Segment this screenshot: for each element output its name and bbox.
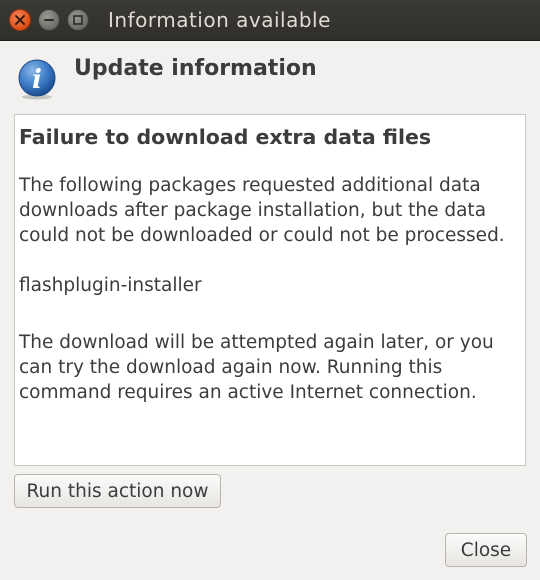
run-action-button[interactable]: Run this action now: [14, 474, 221, 508]
package-name: flashplugin-installer: [19, 275, 202, 296]
close-button[interactable]: Close: [445, 533, 527, 567]
close-icon: [15, 15, 25, 25]
message-heading: Failure to download extra data files: [19, 125, 432, 149]
title-bar[interactable]: Information available: [0, 0, 540, 41]
dialog-window: Information available i Update informati…: [0, 0, 540, 580]
message-panel: Failure to download extra data files The…: [14, 114, 526, 466]
window-close-button[interactable]: [9, 9, 31, 31]
window-title: Information available: [108, 8, 331, 32]
maximize-icon: [73, 15, 83, 25]
minimize-icon: [44, 19, 54, 21]
message-paragraph-2: The download will be attempted again lat…: [19, 332, 494, 403]
info-icon: i: [18, 59, 56, 100]
message-paragraph-1: The following packages requested additio…: [19, 175, 505, 246]
window-minimize-button[interactable]: [38, 9, 60, 31]
window-maximize-button[interactable]: [67, 9, 89, 31]
header-title: Update information: [74, 56, 317, 81]
svg-text:i: i: [32, 65, 42, 95]
